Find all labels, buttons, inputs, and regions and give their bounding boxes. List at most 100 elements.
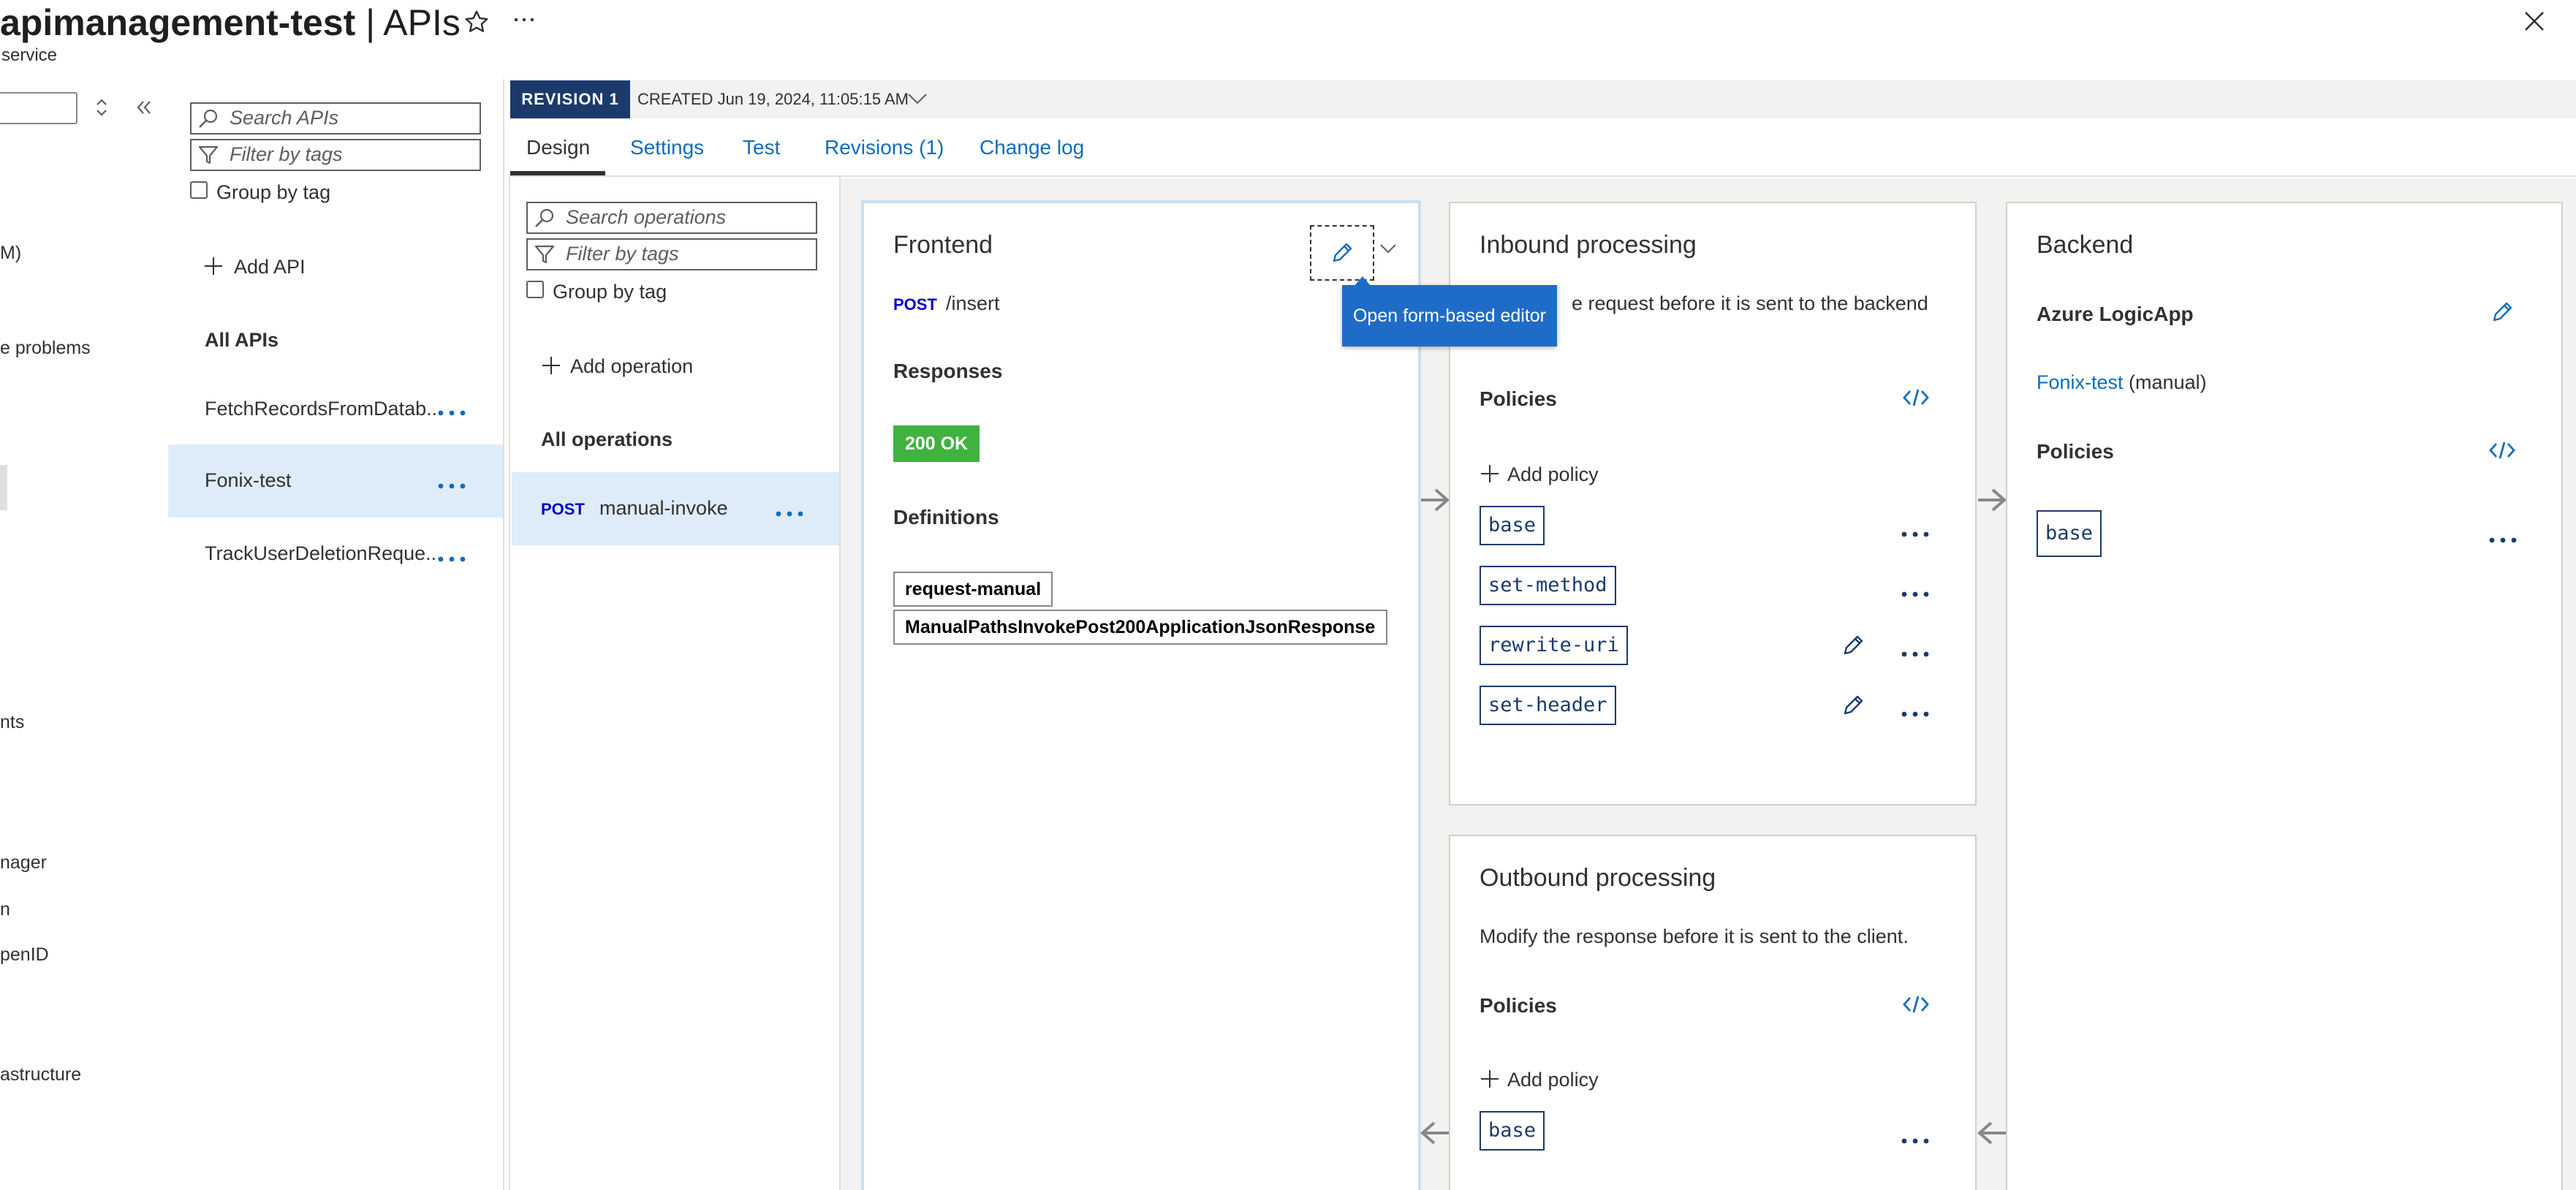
add-api-label: Add API [234, 256, 306, 278]
add-policy-label: Add policy [1507, 463, 1599, 485]
nav-item[interactable]: penID [0, 944, 49, 966]
group-by-tag-label: Group by tag [216, 181, 331, 203]
pencil-icon[interactable] [2490, 300, 2515, 325]
nav-item[interactable]: nager [0, 852, 47, 873]
more-icon[interactable] [1901, 710, 1930, 718]
operations-border [509, 175, 510, 1190]
all-operations-heading: All operations [541, 428, 673, 450]
page-subtitle: service [1, 45, 58, 65]
more-icon[interactable] [1901, 531, 1930, 538]
form-editor-button[interactable] [1310, 225, 1374, 281]
pencil-icon[interactable] [1841, 633, 1865, 658]
more-icon[interactable] [1901, 651, 1930, 658]
backend-title: Backend [2037, 231, 2134, 259]
arrow-right-icon [1420, 485, 1452, 515]
group-by-tag-label: Group by tag [553, 281, 667, 303]
revision-badge: REVISION 1 [510, 80, 630, 118]
policy-chip[interactable]: base [1480, 1111, 1545, 1151]
more-icon[interactable] [437, 556, 466, 563]
code-view-icon[interactable] [2488, 440, 2516, 461]
group-by-tag-checkbox[interactable] [190, 181, 208, 199]
chevron-down-icon[interactable] [1379, 241, 1398, 256]
more-icon[interactable] [775, 510, 804, 518]
page-title-section: | APIs [355, 2, 461, 43]
collapse-icon[interactable] [135, 98, 154, 117]
more-icon[interactable] [2488, 537, 2518, 544]
inbound-add-policy-button[interactable]: Add policy [1480, 463, 1640, 488]
nav-divider [503, 79, 504, 1190]
arrow-left-icon [1975, 1118, 2007, 1148]
search-operations-input[interactable]: Search operations [526, 202, 817, 234]
revision-created: CREATED Jun 19, 2024, 11:05:15 AM [637, 90, 909, 108]
more-icon[interactable] [1901, 1137, 1930, 1145]
search-apis-input[interactable]: Search APIs [190, 102, 481, 134]
policy-chip[interactable]: rewrite-uri [1480, 626, 1628, 665]
more-icon[interactable] [437, 482, 466, 490]
form-editor-tooltip: Open form-based editor [1342, 285, 1557, 346]
add-policy-label: Add policy [1507, 1069, 1599, 1091]
plus-icon [1480, 1069, 1500, 1089]
add-operation-button[interactable]: Add operation [541, 355, 716, 380]
policy-chip[interactable]: set-method [1480, 566, 1616, 605]
nav-item[interactable]: n [0, 899, 10, 920]
outbound-add-policy-button[interactable]: Add policy [1480, 1069, 1640, 1094]
definition-item[interactable]: ManualPathsInvokePost200ApplicationJsonR… [893, 610, 1387, 645]
operation-method: POST [541, 500, 585, 518]
tab-revisions[interactable]: Revisions (1) [825, 132, 944, 164]
tabs-divider [510, 175, 2576, 177]
more-icon[interactable] [1901, 591, 1930, 598]
backend-service-link[interactable]: Fonix-test [2037, 371, 2124, 393]
tab-settings[interactable]: Settings [630, 132, 704, 164]
chevron-down-icon[interactable] [906, 91, 928, 107]
pencil-icon[interactable] [1841, 693, 1865, 718]
api-name: Fonix-test [205, 469, 292, 491]
nav-item[interactable]: nts [0, 712, 24, 733]
api-list-item[interactable]: FetchRecordsFromDatab... [168, 373, 503, 446]
api-list-item[interactable]: TrackUserDeletionReque... [168, 518, 503, 591]
add-api-button[interactable]: Add API [203, 256, 327, 281]
inbound-title: Inbound processing [1480, 231, 1697, 259]
tab-test[interactable]: Test [743, 132, 780, 164]
arrow-left-icon [1418, 1118, 1450, 1148]
policy-chip[interactable]: set-header [1480, 686, 1616, 725]
arrow-right-icon [1977, 485, 2009, 515]
nav-item-selected[interactable] [0, 465, 7, 510]
page-title-resource: apimanagement-test [0, 2, 356, 43]
star-icon[interactable] [463, 9, 490, 35]
api-list-item-selected[interactable]: Fonix-test [168, 444, 503, 518]
tab-change-log[interactable]: Change log [980, 132, 1084, 164]
definitions-heading: Definitions [893, 506, 999, 528]
close-icon[interactable] [2523, 10, 2545, 32]
filter-operations-placeholder: Filter by tags [566, 243, 679, 265]
filter-apis-input[interactable]: Filter by tags [190, 139, 481, 171]
tab-design[interactable]: Design [526, 132, 590, 164]
inbound-description: e request before it is sent to the backe… [1572, 292, 1928, 314]
filter-icon [197, 144, 219, 166]
code-view-icon[interactable] [1902, 994, 1930, 1015]
search-icon [534, 207, 556, 229]
sort-icon[interactable] [94, 96, 110, 118]
add-operation-label: Add operation [570, 355, 694, 377]
nav-search-input[interactable] [0, 92, 77, 124]
definition-item[interactable]: request-manual [893, 572, 1053, 607]
outbound-title: Outbound processing [1480, 864, 1716, 892]
search-icon [197, 107, 219, 129]
backend-service: Fonix-test (manual) [2037, 371, 2207, 394]
all-apis-heading: All APIs [205, 329, 279, 351]
filter-operations-input[interactable]: Filter by tags [526, 238, 817, 270]
api-name: TrackUserDeletionReque... [205, 542, 442, 564]
nav-item[interactable]: e problems [0, 338, 91, 359]
operation-list-item-selected[interactable]: POST manual-invoke [512, 472, 839, 545]
group-by-tag-checkbox[interactable] [526, 281, 544, 298]
search-operations-placeholder: Search operations [566, 206, 727, 228]
plus-icon [1480, 463, 1500, 484]
search-apis-placeholder: Search APIs [230, 107, 339, 129]
more-icon[interactable] [513, 16, 535, 23]
response-status-badge[interactable]: 200 OK [893, 425, 980, 462]
policy-chip[interactable]: base [1480, 506, 1545, 545]
nav-item[interactable]: astructure [0, 1064, 81, 1085]
more-icon[interactable] [437, 409, 466, 417]
policy-chip[interactable]: base [2037, 510, 2102, 557]
code-view-icon[interactable] [1902, 387, 1930, 408]
nav-item[interactable]: M) [0, 243, 21, 264]
